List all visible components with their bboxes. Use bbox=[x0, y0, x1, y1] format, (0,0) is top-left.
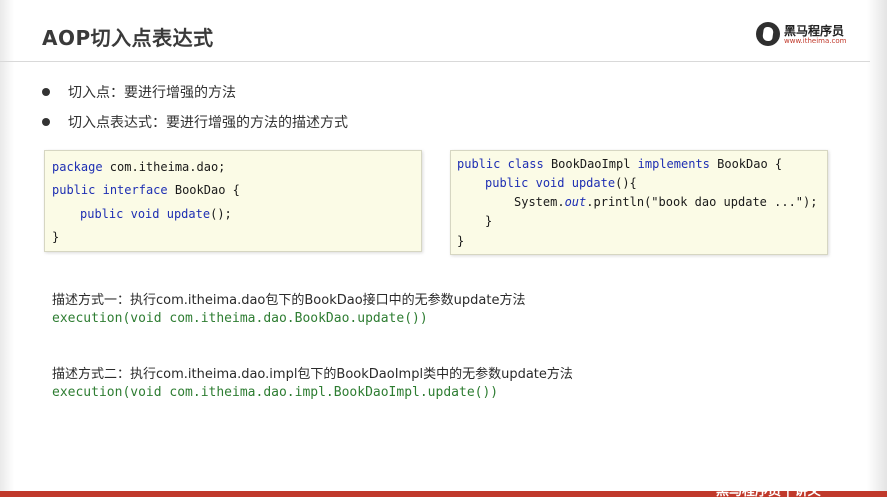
code-box-interface: package com.itheima.dao; public interfac… bbox=[44, 150, 422, 252]
expression-two: execution(void com.itheima.dao.impl.Book… bbox=[52, 385, 499, 400]
right-edge-shadow bbox=[867, 0, 887, 497]
logo-sub-text: www.itheima.com bbox=[784, 37, 847, 45]
brand-logo: 黑马程序员 www.itheima.com bbox=[756, 20, 852, 50]
code-line: public interface BookDao { bbox=[52, 183, 240, 197]
code-box-impl: public class BookDaoImpl implements Book… bbox=[450, 150, 828, 255]
left-edge-shadow bbox=[0, 0, 14, 497]
description-one: 描述方式一：执行com.itheima.dao包下的BookDao接口中的无参数… bbox=[52, 293, 526, 308]
bullet-text: 切入点表达式：要进行增强的方法的描述方式 bbox=[68, 115, 348, 131]
code-line: public void update(){ bbox=[485, 176, 637, 190]
bullet-text: 切入点：要进行增强的方法 bbox=[68, 85, 236, 101]
slide: AOP切入点表达式 黑马程序员 www.itheima.com 切入点：要进行增… bbox=[0, 0, 887, 497]
code-line: } bbox=[485, 214, 493, 228]
bottom-caption: 黑马程序员 | 讲义 bbox=[716, 484, 821, 497]
page-title: AOP切入点表达式 bbox=[42, 26, 214, 50]
code-line: package com.itheima.dao; bbox=[52, 160, 226, 174]
expression-one: execution(void com.itheima.dao.BookDao.u… bbox=[52, 311, 428, 326]
bullet-dot-icon bbox=[42, 88, 50, 96]
horse-logo-icon bbox=[756, 22, 780, 46]
code-line: public class BookDaoImpl implements Book… bbox=[457, 157, 783, 171]
bullet-dot-icon bbox=[42, 118, 50, 126]
code-line: } bbox=[457, 234, 465, 248]
description-two: 描述方式二：执行com.itheima.dao.impl包下的BookDaoIm… bbox=[52, 367, 573, 382]
code-line: System.out.println("book dao update ..."… bbox=[514, 195, 818, 209]
title-divider bbox=[0, 61, 870, 62]
code-line: } bbox=[52, 230, 60, 244]
code-line: public void update(); bbox=[80, 207, 232, 221]
